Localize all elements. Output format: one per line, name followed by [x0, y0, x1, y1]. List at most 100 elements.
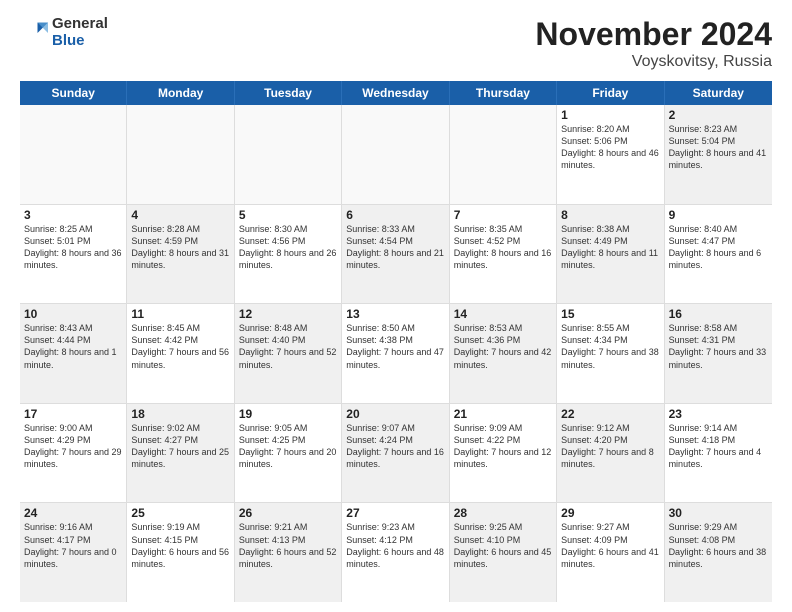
- day-info: Sunrise: 8:48 AM Sunset: 4:40 PM Dayligh…: [239, 322, 337, 371]
- day-info: Sunrise: 9:00 AM Sunset: 4:29 PM Dayligh…: [24, 422, 122, 471]
- calendar-cell: 18Sunrise: 9:02 AM Sunset: 4:27 PM Dayli…: [127, 404, 234, 503]
- day-info: Sunrise: 8:43 AM Sunset: 4:44 PM Dayligh…: [24, 322, 122, 371]
- calendar-cell: 19Sunrise: 9:05 AM Sunset: 4:25 PM Dayli…: [235, 404, 342, 503]
- day-info: Sunrise: 8:23 AM Sunset: 5:04 PM Dayligh…: [669, 123, 768, 172]
- calendar-cell: [235, 105, 342, 204]
- day-info: Sunrise: 9:25 AM Sunset: 4:10 PM Dayligh…: [454, 521, 552, 570]
- calendar-cell: 24Sunrise: 9:16 AM Sunset: 4:17 PM Dayli…: [20, 503, 127, 602]
- calendar-cell: 10Sunrise: 8:43 AM Sunset: 4:44 PM Dayli…: [20, 304, 127, 403]
- logo-blue: Blue: [52, 33, 108, 50]
- calendar-cell: [450, 105, 557, 204]
- calendar-cell: 2Sunrise: 8:23 AM Sunset: 5:04 PM Daylig…: [665, 105, 772, 204]
- day-number: 10: [24, 307, 122, 321]
- day-number: 22: [561, 407, 659, 421]
- day-info: Sunrise: 9:16 AM Sunset: 4:17 PM Dayligh…: [24, 521, 122, 570]
- calendar-row-3: 17Sunrise: 9:00 AM Sunset: 4:29 PM Dayli…: [20, 404, 772, 504]
- calendar-body: 1Sunrise: 8:20 AM Sunset: 5:06 PM Daylig…: [20, 105, 772, 602]
- title-location: Voyskovitsy, Russia: [535, 53, 772, 71]
- calendar-cell: 9Sunrise: 8:40 AM Sunset: 4:47 PM Daylig…: [665, 205, 772, 304]
- day-number: 25: [131, 506, 229, 520]
- day-number: 24: [24, 506, 122, 520]
- calendar: SundayMondayTuesdayWednesdayThursdayFrid…: [20, 81, 772, 602]
- header: General Blue November 2024 Voyskovitsy, …: [20, 16, 772, 71]
- calendar-cell: 13Sunrise: 8:50 AM Sunset: 4:38 PM Dayli…: [342, 304, 449, 403]
- day-number: 20: [346, 407, 444, 421]
- day-info: Sunrise: 8:33 AM Sunset: 4:54 PM Dayligh…: [346, 223, 444, 272]
- calendar-cell: 4Sunrise: 8:28 AM Sunset: 4:59 PM Daylig…: [127, 205, 234, 304]
- day-info: Sunrise: 8:58 AM Sunset: 4:31 PM Dayligh…: [669, 322, 768, 371]
- day-number: 6: [346, 208, 444, 222]
- header-day-monday: Monday: [127, 81, 234, 105]
- day-number: 17: [24, 407, 122, 421]
- day-info: Sunrise: 8:28 AM Sunset: 4:59 PM Dayligh…: [131, 223, 229, 272]
- calendar-cell: 12Sunrise: 8:48 AM Sunset: 4:40 PM Dayli…: [235, 304, 342, 403]
- day-info: Sunrise: 8:40 AM Sunset: 4:47 PM Dayligh…: [669, 223, 768, 272]
- day-number: 13: [346, 307, 444, 321]
- day-number: 30: [669, 506, 768, 520]
- day-info: Sunrise: 9:27 AM Sunset: 4:09 PM Dayligh…: [561, 521, 659, 570]
- calendar-cell: 15Sunrise: 8:55 AM Sunset: 4:34 PM Dayli…: [557, 304, 664, 403]
- calendar-cell: 8Sunrise: 8:38 AM Sunset: 4:49 PM Daylig…: [557, 205, 664, 304]
- calendar-cell: 21Sunrise: 9:09 AM Sunset: 4:22 PM Dayli…: [450, 404, 557, 503]
- day-number: 27: [346, 506, 444, 520]
- day-info: Sunrise: 8:55 AM Sunset: 4:34 PM Dayligh…: [561, 322, 659, 371]
- day-info: Sunrise: 9:23 AM Sunset: 4:12 PM Dayligh…: [346, 521, 444, 570]
- day-number: 18: [131, 407, 229, 421]
- calendar-cell: 3Sunrise: 8:25 AM Sunset: 5:01 PM Daylig…: [20, 205, 127, 304]
- day-number: 2: [669, 108, 768, 122]
- day-number: 19: [239, 407, 337, 421]
- calendar-cell: 1Sunrise: 8:20 AM Sunset: 5:06 PM Daylig…: [557, 105, 664, 204]
- header-day-thursday: Thursday: [450, 81, 557, 105]
- header-day-saturday: Saturday: [665, 81, 772, 105]
- day-info: Sunrise: 9:12 AM Sunset: 4:20 PM Dayligh…: [561, 422, 659, 471]
- day-number: 21: [454, 407, 552, 421]
- day-info: Sunrise: 9:05 AM Sunset: 4:25 PM Dayligh…: [239, 422, 337, 471]
- calendar-cell: 5Sunrise: 8:30 AM Sunset: 4:56 PM Daylig…: [235, 205, 342, 304]
- logo-icon: [20, 19, 48, 47]
- day-number: 29: [561, 506, 659, 520]
- calendar-cell: 7Sunrise: 8:35 AM Sunset: 4:52 PM Daylig…: [450, 205, 557, 304]
- day-number: 14: [454, 307, 552, 321]
- day-info: Sunrise: 8:25 AM Sunset: 5:01 PM Dayligh…: [24, 223, 122, 272]
- calendar-cell: [127, 105, 234, 204]
- day-number: 1: [561, 108, 659, 122]
- calendar-cell: 11Sunrise: 8:45 AM Sunset: 4:42 PM Dayli…: [127, 304, 234, 403]
- day-info: Sunrise: 9:07 AM Sunset: 4:24 PM Dayligh…: [346, 422, 444, 471]
- logo-text: General Blue: [52, 16, 108, 49]
- day-number: 7: [454, 208, 552, 222]
- calendar-cell: 23Sunrise: 9:14 AM Sunset: 4:18 PM Dayli…: [665, 404, 772, 503]
- day-number: 28: [454, 506, 552, 520]
- day-info: Sunrise: 8:30 AM Sunset: 4:56 PM Dayligh…: [239, 223, 337, 272]
- logo-general: General: [52, 16, 108, 33]
- calendar-cell: 17Sunrise: 9:00 AM Sunset: 4:29 PM Dayli…: [20, 404, 127, 503]
- calendar-cell: 6Sunrise: 8:33 AM Sunset: 4:54 PM Daylig…: [342, 205, 449, 304]
- calendar-cell: 29Sunrise: 9:27 AM Sunset: 4:09 PM Dayli…: [557, 503, 664, 602]
- calendar-cell: 20Sunrise: 9:07 AM Sunset: 4:24 PM Dayli…: [342, 404, 449, 503]
- day-info: Sunrise: 8:20 AM Sunset: 5:06 PM Dayligh…: [561, 123, 659, 172]
- header-day-tuesday: Tuesday: [235, 81, 342, 105]
- title-month: November 2024: [535, 16, 772, 53]
- header-day-wednesday: Wednesday: [342, 81, 449, 105]
- day-info: Sunrise: 9:09 AM Sunset: 4:22 PM Dayligh…: [454, 422, 552, 471]
- day-info: Sunrise: 8:45 AM Sunset: 4:42 PM Dayligh…: [131, 322, 229, 371]
- day-number: 5: [239, 208, 337, 222]
- day-number: 9: [669, 208, 768, 222]
- day-info: Sunrise: 8:53 AM Sunset: 4:36 PM Dayligh…: [454, 322, 552, 371]
- day-info: Sunrise: 9:19 AM Sunset: 4:15 PM Dayligh…: [131, 521, 229, 570]
- calendar-cell: 14Sunrise: 8:53 AM Sunset: 4:36 PM Dayli…: [450, 304, 557, 403]
- calendar-row-2: 10Sunrise: 8:43 AM Sunset: 4:44 PM Dayli…: [20, 304, 772, 404]
- calendar-cell: 28Sunrise: 9:25 AM Sunset: 4:10 PM Dayli…: [450, 503, 557, 602]
- calendar-cell: 25Sunrise: 9:19 AM Sunset: 4:15 PM Dayli…: [127, 503, 234, 602]
- day-number: 26: [239, 506, 337, 520]
- calendar-row-1: 3Sunrise: 8:25 AM Sunset: 5:01 PM Daylig…: [20, 205, 772, 305]
- header-day-sunday: Sunday: [20, 81, 127, 105]
- day-number: 8: [561, 208, 659, 222]
- calendar-cell: [342, 105, 449, 204]
- title-block: November 2024 Voyskovitsy, Russia: [535, 16, 772, 71]
- header-day-friday: Friday: [557, 81, 664, 105]
- day-info: Sunrise: 8:50 AM Sunset: 4:38 PM Dayligh…: [346, 322, 444, 371]
- day-info: Sunrise: 9:02 AM Sunset: 4:27 PM Dayligh…: [131, 422, 229, 471]
- calendar-row-4: 24Sunrise: 9:16 AM Sunset: 4:17 PM Dayli…: [20, 503, 772, 602]
- day-number: 23: [669, 407, 768, 421]
- day-info: Sunrise: 9:29 AM Sunset: 4:08 PM Dayligh…: [669, 521, 768, 570]
